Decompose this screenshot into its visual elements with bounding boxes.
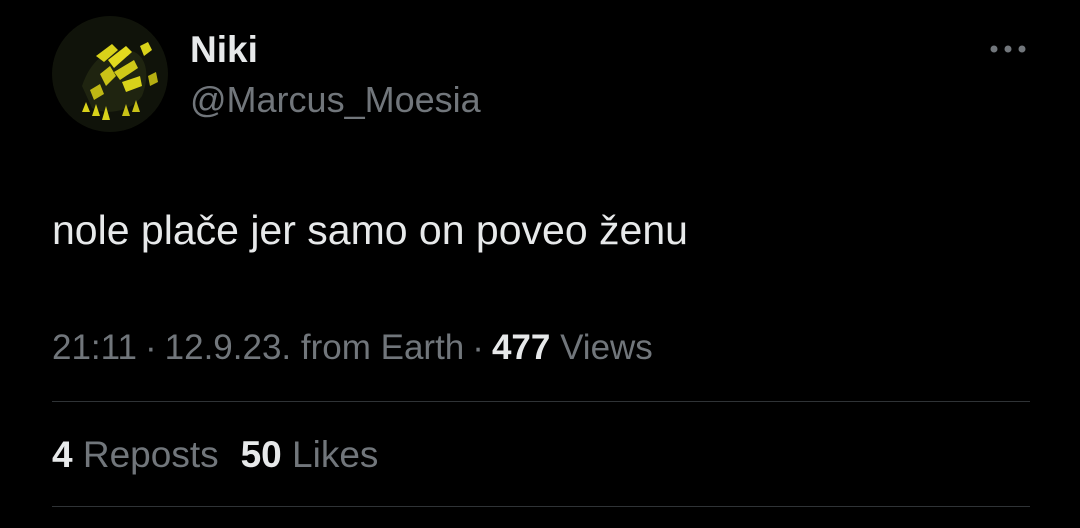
author-display-name[interactable]: Niki [190,28,258,72]
avatar[interactable] [52,16,168,132]
divider [52,401,1030,402]
tweet-text: nole plače jer samo on poveo ženu [52,207,688,253]
tweet-source: from Earth [300,328,465,367]
divider [52,506,1030,507]
tweet-time[interactable]: 21:11 [52,328,137,367]
reposts-count: 4 [52,434,73,475]
engagement-stats: 4 Reposts 50 Likes [52,432,378,478]
more-horizontal-icon [990,45,1026,53]
tweet-meta: 21:11 · 12.9.23. from Earth · 477 Views [52,326,653,370]
likes-stat[interactable]: 50 Likes [241,434,379,475]
reposts-label: Reposts [82,434,219,475]
tweet-date[interactable]: 12.9.23. [165,328,292,367]
meta-separator: · [472,328,484,367]
reposts-stat[interactable]: 4 Reposts [52,434,219,475]
likes-label: Likes [292,434,379,475]
meta-separator: · [145,328,157,367]
likes-count: 50 [240,434,282,475]
avatar-image [52,16,168,132]
more-options-button[interactable] [986,34,1030,64]
views-count: 477 [491,328,551,367]
views-label: Views [560,328,653,367]
author-handle[interactable]: @Marcus_Moesia [190,78,481,122]
